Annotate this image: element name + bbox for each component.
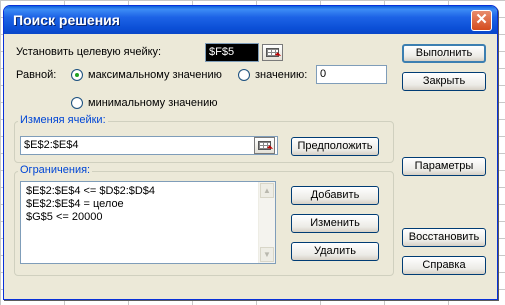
target-cell-label: Установить целевую ячейку: (16, 46, 162, 58)
run-button[interactable]: Выполнить (402, 44, 486, 63)
constraints-label: Ограничения: (18, 164, 93, 176)
title-bar[interactable]: Поиск решения ✕ (4, 6, 497, 34)
delete-constraint-button[interactable]: Удалить (291, 242, 379, 261)
radio-value[interactable] (238, 69, 250, 81)
changing-cells-input[interactable]: $E$2:$E$4 (20, 136, 278, 155)
solver-dialog: Поиск решения ✕ Установить целевую ячейк… (3, 5, 498, 300)
add-constraint-button[interactable]: Добавить (291, 186, 379, 205)
range-select-arrow (274, 52, 282, 59)
target-cell-input[interactable]: $F$5 (205, 43, 259, 62)
radio-max-label[interactable]: максимальному значению (88, 69, 222, 81)
equal-to-label: Равной: (16, 69, 57, 81)
value-input[interactable]: 0 (316, 65, 387, 84)
constraints-scrollbar[interactable]: ▲ ▼ (258, 182, 275, 263)
range-select-arrow (266, 145, 274, 152)
changing-cells-label: Изменяя ячейки: (18, 114, 108, 126)
radio-min[interactable] (71, 97, 83, 109)
reset-button[interactable]: Восстановить (402, 228, 486, 247)
options-button[interactable]: Параметры (402, 157, 486, 176)
constraint-item[interactable]: $E$2:$E$4 <= $D$2:$D$4 (26, 185, 155, 197)
constraints-list[interactable]: $E$2:$E$4 <= $D$2:$D$4 $E$2:$E$4 = целое… (20, 181, 276, 264)
radio-min-label[interactable]: минимальному значению (88, 97, 218, 109)
radio-max[interactable] (71, 69, 83, 81)
close-button[interactable]: Закрыть (402, 72, 486, 91)
target-cell-ref-button[interactable] (262, 44, 283, 61)
changing-cells-ref-button[interactable] (254, 137, 275, 154)
close-icon: ✕ (475, 11, 488, 28)
radio-value-label[interactable]: значению: (255, 69, 307, 81)
change-constraint-button[interactable]: Изменить (291, 214, 379, 233)
guess-button[interactable]: Предположить (291, 137, 379, 156)
scroll-up-arrow-icon[interactable]: ▲ (260, 183, 274, 198)
window-title: Поиск решения (13, 12, 120, 28)
constraint-item[interactable]: $G$5 <= 20000 (26, 211, 102, 223)
help-button[interactable]: Справка (402, 256, 486, 275)
scroll-down-arrow-icon[interactable]: ▼ (260, 247, 274, 262)
constraint-item[interactable]: $E$2:$E$4 = целое (26, 198, 124, 210)
close-window-button[interactable]: ✕ (471, 10, 492, 31)
